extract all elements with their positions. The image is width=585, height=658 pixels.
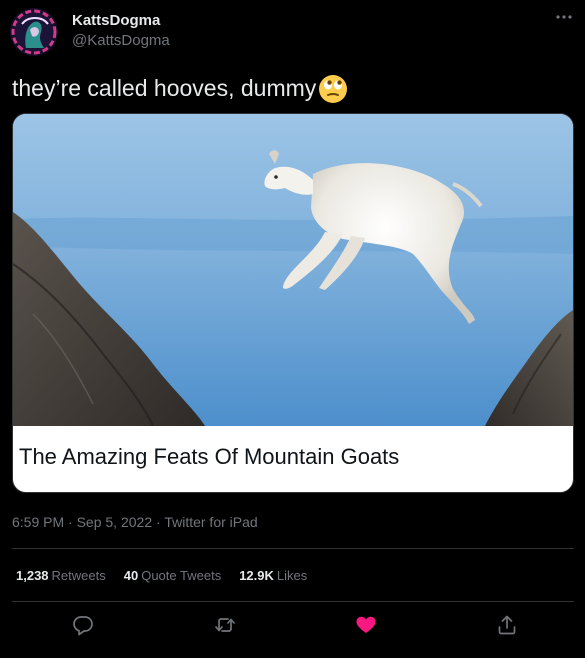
quote-tweets-stat[interactable]: 40 Quote Tweets (124, 568, 221, 583)
avatar-image (10, 8, 58, 56)
tweet-client[interactable]: Twitter for iPad (164, 514, 257, 530)
likes-count: 12.9K (239, 568, 274, 583)
link-card[interactable]: The Amazing Feats Of Mountain Goats (12, 113, 574, 493)
quotes-count: 40 (123, 568, 139, 583)
likes-label: Likes (276, 568, 308, 583)
author-handle[interactable]: @KattsDogma (72, 32, 170, 49)
retweets-count: 1,238 (16, 568, 49, 583)
card-title: The Amazing Feats Of Mountain Goats (19, 444, 400, 469)
tweet-text-content: they’re called hooves, dummy (12, 74, 317, 101)
tweet: KattsDogma @KattsDogma they’re called ho… (0, 0, 585, 658)
share-icon[interactable] (496, 614, 518, 636)
divider (12, 601, 574, 602)
more-horizontal-icon[interactable] (553, 6, 575, 28)
card-image (13, 114, 573, 426)
tweet-meta: 6:59 PM · Sep 5, 2022 · Twitter for iPad (12, 514, 258, 530)
meta-separator: · (64, 514, 77, 530)
divider (12, 548, 574, 549)
avatar[interactable] (10, 8, 58, 56)
face-with-rolling-eyes-icon (318, 74, 348, 104)
retweets-stat[interactable]: 1,238 Retweets (16, 568, 106, 583)
reply-icon[interactable] (72, 614, 94, 636)
tweet-date[interactable]: Sep 5, 2022 (77, 514, 153, 530)
retweet-icon[interactable] (214, 614, 236, 636)
tweet-text: they’re called hooves, dummy (12, 73, 348, 103)
tweet-stats: 1,238 Retweets 40 Quote Tweets 12.9K Likes (16, 568, 325, 583)
heart-icon[interactable] (355, 614, 377, 636)
tweet-actions (0, 614, 585, 640)
retweets-label: Retweets (51, 568, 106, 583)
quotes-label: Quote Tweets (141, 568, 222, 583)
author-name[interactable]: KattsDogma (72, 12, 160, 29)
tweet-time[interactable]: 6:59 PM (12, 514, 64, 530)
meta-separator: · (152, 514, 165, 530)
likes-stat[interactable]: 12.9K Likes (239, 568, 307, 583)
